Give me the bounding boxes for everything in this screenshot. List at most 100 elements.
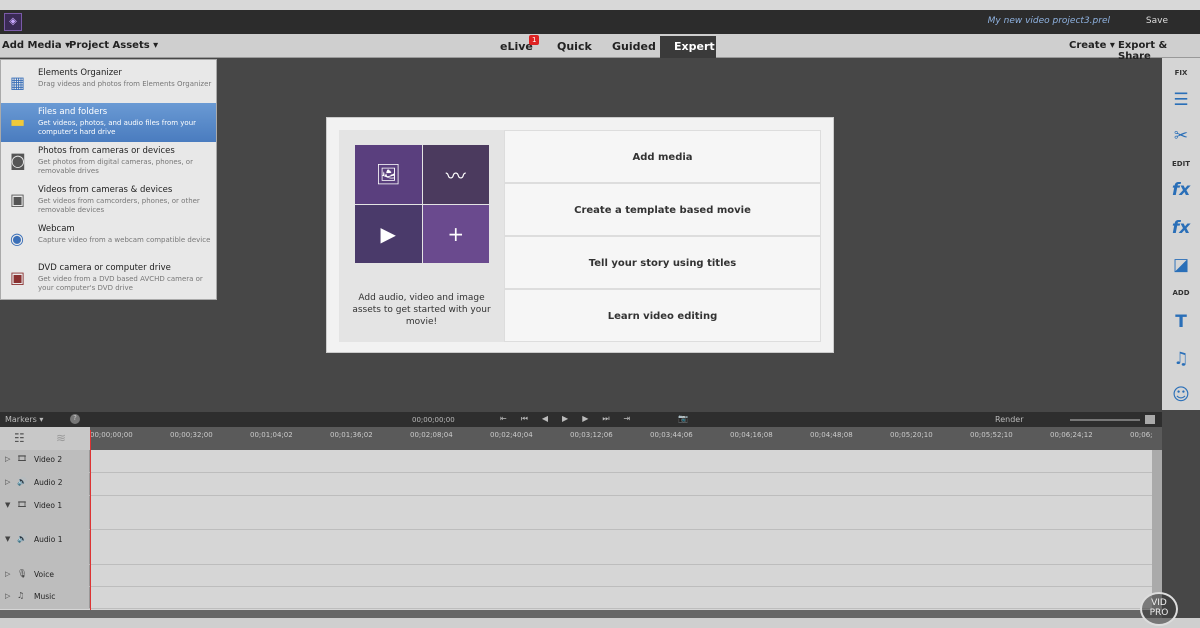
camera-icon: ◙ (10, 151, 26, 170)
track-header: ▷ ♫ Music (0, 587, 90, 608)
expand-icon[interactable]: ▷ (5, 570, 10, 578)
menu-item-title: Webcam (38, 224, 75, 234)
audio-mixer-icon[interactable]: ≋ (56, 431, 66, 445)
tab-quick[interactable]: Quick (543, 36, 606, 58)
expand-icon[interactable]: ▼ (5, 501, 10, 509)
ruler-tick: 00;05;20;10 (890, 431, 933, 439)
ruler-tick: 00;03;44;06 (650, 431, 693, 439)
timeline-ruler[interactable]: ☷ ≋ 00;00;00;00 00;00;32;00 00;01;04;02 00;… (0, 427, 1162, 450)
add-label: ADD (1172, 289, 1190, 297)
folder-icon: ▬ (10, 112, 26, 131)
expand-icon[interactable]: ▼ (5, 535, 10, 543)
track-row[interactable]: ▼ 🔊 Audio 1 (0, 530, 1152, 565)
project-assets-menu[interactable]: Project Assets ▾ (69, 40, 158, 51)
markers-menu[interactable]: Markers ▾ (5, 415, 43, 424)
tools-icon[interactable]: ✂ (1171, 126, 1191, 146)
organizer-icon: ▦ (10, 73, 26, 92)
ruler-tick: 00;06;24;12 (1050, 431, 1093, 439)
transitions-icon[interactable]: ◪ (1171, 255, 1191, 275)
track-row[interactable]: ▷ 🔊 Audio 2 (0, 473, 1152, 496)
get-started-text: Add audio, video and image assets to get… (352, 293, 491, 327)
track-type-icon: 🔊 (17, 477, 27, 486)
track-header: ▷ 🎙 Voice (0, 565, 90, 586)
adjust-icon[interactable]: ☰ (1171, 90, 1191, 110)
ruler-tick: 00;03;12;06 (570, 431, 613, 439)
plus-icon[interactable]: + (422, 204, 489, 263)
track-settings-icon[interactable]: ☷ (14, 431, 25, 445)
zoom-slider[interactable] (1070, 419, 1140, 421)
effects-edit-icon[interactable]: fx (1171, 180, 1191, 200)
track-header: ▼ 🔊 Audio 1 (0, 530, 90, 564)
horizontal-scrollbar[interactable] (0, 610, 1162, 618)
ruler-tick: 00;01;04;02 (250, 431, 293, 439)
track-row[interactable]: ▼ 🎞 Video 1 (0, 496, 1152, 530)
expand-icon[interactable]: ▷ (5, 478, 10, 486)
playhead[interactable] (90, 430, 91, 610)
track-tools: ☷ ≋ (0, 427, 90, 450)
track-type-icon: 🎙 (17, 569, 28, 578)
menu-item-title: Videos from cameras & devices (38, 185, 173, 195)
effects-icon[interactable]: fx (1171, 218, 1191, 238)
music-icon[interactable]: ♫ (1171, 349, 1191, 369)
watermark-logo: VID PRO (1140, 592, 1178, 626)
timeline-tracks: ▷ 🎞 Video 2 ▷ 🔊 Audio 2 ▼ 🎞 Video 1 ▼ 🔊 Audio 1 ▷ 🎙 Vo… (0, 450, 1152, 610)
menu-item[interactable]: ▣ DVD camera or computer drive Get video f… (1, 259, 216, 298)
snapshot-icon[interactable]: 📷 (678, 414, 688, 423)
menu-item[interactable]: ▦ Elements Organizer Drag videos and photo… (1, 64, 216, 103)
track-row[interactable]: ▷ 🎞 Video 2 (0, 450, 1152, 473)
vertical-scrollbar[interactable] (1152, 450, 1162, 610)
timeline-toolbar: Markers ▾ ? 00;00;00;00 ⇤⏮◀▶▶⏭⇥ 📷 Render (0, 412, 1162, 427)
track-row[interactable]: ▷ 🎙 Voice (0, 565, 1152, 587)
track-name: Video 2 (34, 455, 63, 464)
track-name: Audio 1 (34, 535, 63, 544)
template-movie-option[interactable]: Create a template based movie (504, 183, 821, 236)
menu-item[interactable]: ▬ Files and folders Get videos, photos, an… (1, 103, 216, 142)
fit-icon[interactable] (1145, 415, 1155, 424)
elive-badge: 1 (529, 35, 540, 45)
ruler-tick: 00;02;40;04 (490, 431, 533, 439)
get-started-panel: 🖼 〰 ▶ + Add audio, video and image asset… (326, 117, 834, 353)
track-header: ▼ 🎞 Video 1 (0, 496, 90, 529)
menu-item-desc: Get videos, photos, and audio files from… (38, 119, 197, 136)
ruler-tick: 00;04;16;08 (730, 431, 773, 439)
ruler-tick: 00;00;32;00 (170, 431, 213, 439)
create-menu[interactable]: Create ▾ (1069, 40, 1115, 51)
render-button[interactable]: Render (995, 415, 1023, 424)
menu-item-desc: Get video from a DVD based AVCHD camera … (38, 275, 203, 292)
fix-label: FIX (1174, 69, 1188, 77)
track-type-icon: 🔊 (17, 534, 27, 543)
edit-label: EDIT (1172, 160, 1190, 168)
track-name: Audio 2 (34, 478, 63, 487)
app-logo-icon: ◈ (4, 13, 22, 31)
image-icon: 🖼 (355, 145, 422, 204)
expand-icon[interactable]: ▷ (5, 455, 10, 463)
track-name: Voice (34, 570, 54, 579)
track-row[interactable]: ▷ ♫ Music (0, 587, 1152, 609)
menu-item[interactable]: ◙ Photos from cameras or devices Get photo… (1, 142, 216, 181)
save-button[interactable]: Save (1146, 16, 1168, 26)
expand-icon[interactable]: ▷ (5, 592, 10, 600)
ruler-tick: 00;01;36;02 (330, 431, 373, 439)
menu-item-title: Elements Organizer (38, 68, 122, 78)
track-name: Music (34, 592, 56, 601)
playback-controls[interactable]: ⇤⏮◀▶▶⏭⇥ (500, 414, 644, 424)
right-panel: FIX ☰ ✂ EDIT fx fx ◪ ADD T ♫ ☺ (1162, 58, 1200, 410)
track-header: ▷ 🔊 Audio 2 (0, 473, 90, 495)
menu-item[interactable]: ▣ Videos from cameras & devices Get videos… (1, 181, 216, 220)
help-icon[interactable]: ? (70, 414, 80, 424)
webcam-icon: ◉ (10, 229, 24, 248)
graphics-icon[interactable]: ☺ (1171, 385, 1191, 405)
ruler-tick: 00;04;48;08 (810, 431, 853, 439)
learn-option[interactable]: Learn video editing (504, 289, 821, 342)
titles-icon[interactable]: T (1171, 312, 1191, 332)
track-type-icon: 🎞 (17, 500, 28, 509)
add-media-option[interactable]: Add media (504, 130, 821, 183)
ruler-tick: 00;02;08;04 (410, 431, 453, 439)
menu-item-desc: Drag videos and photos from Elements Org… (38, 80, 212, 88)
dvd-camera-icon: ▣ (10, 268, 26, 287)
menu-item[interactable]: ◉ Webcam Capture video from a webcam compa… (1, 220, 216, 259)
titles-option[interactable]: Tell your story using titles (504, 236, 821, 289)
bottom-bar (0, 618, 1200, 628)
tab-expert[interactable]: Expert (660, 36, 716, 58)
add-media-menu[interactable]: Add Media ▾ (2, 40, 70, 51)
